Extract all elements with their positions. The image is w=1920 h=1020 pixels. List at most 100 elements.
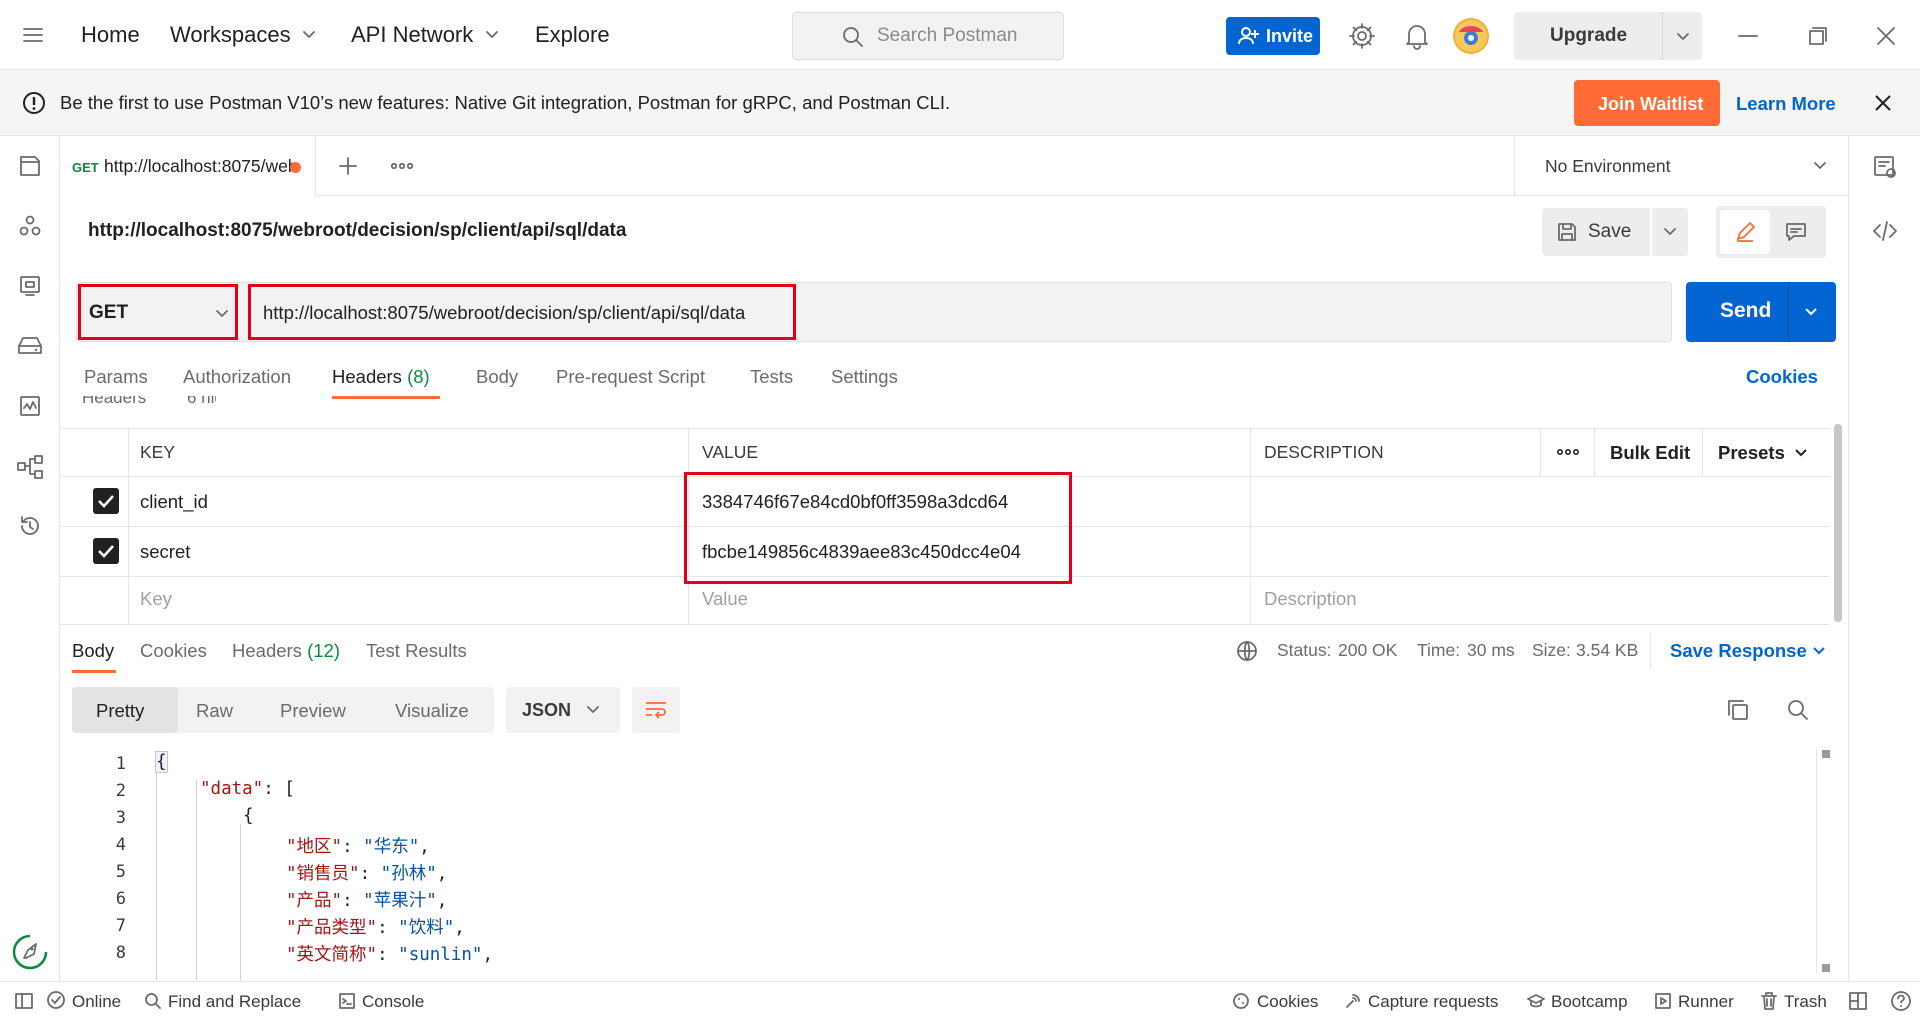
minimize-icon[interactable] — [1738, 34, 1758, 38]
mock-servers-icon[interactable] — [16, 334, 44, 358]
code-line[interactable]: "data": [ — [200, 779, 295, 799]
row-checkbox[interactable] — [93, 538, 119, 564]
comment-icon[interactable] — [1784, 221, 1808, 243]
raw-button[interactable]: Raw — [196, 700, 233, 722]
history-icon[interactable] — [18, 514, 42, 538]
code-line[interactable]: "销售员": "孙林", — [286, 860, 447, 885]
save-button[interactable]: Save — [1542, 208, 1650, 256]
tab-body[interactable]: Body — [476, 366, 518, 388]
environments-icon[interactable] — [18, 274, 42, 298]
response-tab-cookies[interactable]: Cookies — [140, 640, 207, 662]
globe-icon[interactable] — [1236, 640, 1258, 662]
table-scrollbar[interactable] — [1834, 424, 1842, 622]
more-icon[interactable] — [1556, 446, 1580, 458]
code-icon[interactable] — [1872, 220, 1898, 242]
chevron-down-icon[interactable] — [1804, 307, 1818, 317]
capture-requests-button[interactable]: Capture requests — [1368, 992, 1498, 1012]
request-title[interactable]: http://localhost:8075/webroot/decision/s… — [88, 220, 626, 242]
json-key: "英文简称" — [286, 945, 378, 965]
method-select[interactable]: GET — [78, 284, 238, 340]
plus-icon[interactable] — [336, 154, 360, 178]
size-value[interactable]: 3.54 KB — [1576, 640, 1638, 661]
code-line[interactable]: { — [155, 751, 168, 773]
request-tab[interactable]: GET http://localhost:8075/webroot/decisi… — [60, 136, 316, 196]
restore-icon[interactable] — [1808, 26, 1828, 46]
format-select[interactable]: JSON — [506, 687, 620, 733]
collections-icon[interactable] — [18, 154, 42, 178]
bulk-edit-button[interactable]: Bulk Edit — [1610, 442, 1690, 464]
environment-quick-look-icon[interactable] — [1872, 154, 1898, 180]
code-line[interactable]: "英文简称": "sunlin", — [286, 941, 493, 966]
help-icon[interactable] — [1890, 990, 1912, 1012]
search-icon[interactable] — [1786, 698, 1810, 722]
tab-pre-request-script[interactable]: Pre-request Script — [556, 366, 705, 388]
preview-button[interactable]: Preview — [280, 700, 346, 722]
sidebar-toggle-icon[interactable] — [14, 992, 34, 1010]
nav-api-network[interactable]: API Network — [351, 22, 473, 48]
visualize-button[interactable]: Visualize — [395, 700, 469, 722]
avatar[interactable] — [1453, 18, 1489, 54]
join-waitlist-button[interactable]: Join Waitlist — [1574, 80, 1720, 126]
search-input[interactable]: Search Postman — [792, 12, 1064, 60]
bell-icon[interactable] — [1404, 22, 1430, 50]
key-input[interactable]: Key — [140, 588, 172, 610]
presets-dropdown[interactable]: Presets — [1718, 442, 1785, 464]
find-and-replace-button[interactable]: Find and Replace — [168, 992, 301, 1012]
send-button[interactable]: Send — [1686, 282, 1836, 342]
cookies-link[interactable]: Cookies — [1746, 366, 1818, 388]
nav-workspaces[interactable]: Workspaces — [170, 22, 291, 48]
nav-explore[interactable]: Explore — [535, 22, 610, 48]
status-value[interactable]: 200 OK — [1338, 640, 1397, 661]
header-key[interactable]: secret — [140, 541, 190, 563]
wrap-lines-button[interactable] — [632, 687, 680, 733]
response-tab-test-results[interactable]: Test Results — [366, 640, 467, 662]
menu-icon[interactable] — [22, 26, 44, 44]
save-dropdown[interactable] — [1652, 208, 1688, 256]
row-checkbox[interactable] — [93, 488, 119, 514]
scroll-up-arrow[interactable] — [1822, 750, 1830, 758]
environment-select[interactable]: No Environment — [1514, 136, 1848, 196]
upgrade-button[interactable]: Upgrade — [1514, 12, 1702, 60]
tab-authorization[interactable]: Authorization — [183, 366, 291, 388]
tab-headers[interactable]: Headers (8) — [332, 366, 430, 388]
layout-icon[interactable] — [1848, 991, 1868, 1011]
code-line[interactable]: "产品类型": "饮料", — [286, 914, 465, 939]
code-line[interactable]: "地区": "华东", — [286, 833, 430, 858]
more-icon[interactable] — [390, 160, 414, 172]
monitors-icon[interactable] — [18, 394, 42, 418]
save-response-button[interactable]: Save Response — [1670, 640, 1807, 662]
response-tab-body[interactable]: Body — [72, 640, 114, 662]
cookies-button[interactable]: Cookies — [1257, 992, 1318, 1012]
tab-settings[interactable]: Settings — [831, 366, 898, 388]
code-line[interactable]: "产品": "苹果汁", — [286, 887, 447, 912]
learn-more-link[interactable]: Learn More — [1736, 93, 1836, 115]
response-tab-headers[interactable]: Headers (12) — [232, 640, 340, 662]
tab-tests[interactable]: Tests — [750, 366, 793, 388]
value-input[interactable]: Value — [702, 588, 748, 610]
url-input[interactable]: http://localhost:8075/webroot/decision/s… — [248, 284, 796, 340]
code-line[interactable]: { — [243, 806, 254, 826]
gear-icon[interactable] — [1348, 22, 1376, 50]
code-scroll-track[interactable] — [1816, 748, 1817, 974]
time-value[interactable]: 30 ms — [1467, 640, 1515, 661]
header-key[interactable]: client_id — [140, 491, 208, 513]
hidden-headers-row[interactable]: Headers 6 hidden — [82, 396, 216, 414]
trash-button[interactable]: Trash — [1784, 992, 1827, 1012]
tab-params[interactable]: Params — [84, 366, 148, 388]
console-button[interactable]: Console — [362, 992, 424, 1012]
close-icon[interactable] — [1876, 26, 1896, 46]
edit-mode-button[interactable] — [1720, 210, 1770, 254]
nav-home[interactable]: Home — [81, 22, 140, 48]
chevron-down-icon[interactable] — [1676, 32, 1690, 42]
invite-button[interactable]: Invite — [1226, 17, 1320, 55]
online-status[interactable]: Online — [72, 992, 121, 1012]
scroll-down-arrow[interactable] — [1822, 964, 1830, 972]
bootcamp-button[interactable]: Bootcamp — [1551, 992, 1628, 1012]
copy-icon[interactable] — [1726, 698, 1750, 722]
runner-button[interactable]: Runner — [1678, 992, 1734, 1012]
rocket-icon[interactable] — [10, 932, 50, 972]
description-input[interactable]: Description — [1264, 588, 1357, 610]
apis-icon[interactable] — [18, 214, 42, 238]
flows-icon[interactable] — [16, 454, 44, 480]
close-icon[interactable] — [1874, 94, 1892, 112]
